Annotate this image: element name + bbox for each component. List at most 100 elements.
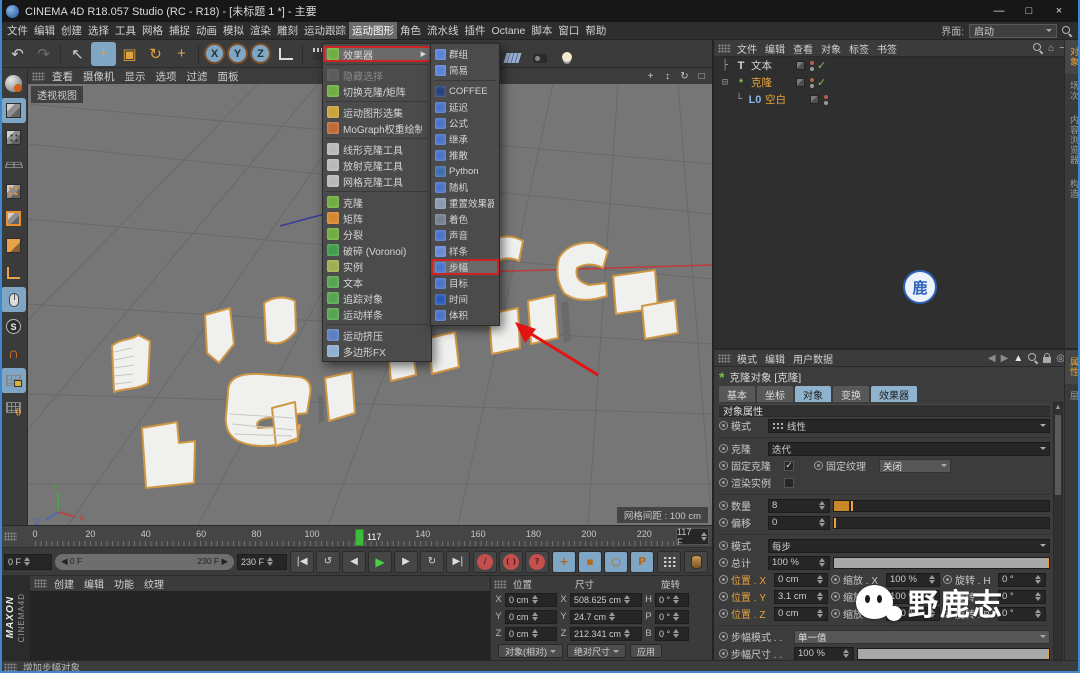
submenu-item[interactable]: 时间 <box>431 291 499 307</box>
clone-dropdown[interactable]: 迭代 <box>768 441 1050 456</box>
menubar-item[interactable]: 渲染 <box>247 22 274 39</box>
menu-item[interactable]: 运动样条 <box>323 306 431 322</box>
record-track-button[interactable]: + <box>552 550 576 573</box>
visibility-dots[interactable] <box>810 77 814 89</box>
minimize-button[interactable]: — <box>984 1 1014 21</box>
size-field[interactable]: 24.7 cm <box>570 609 642 624</box>
history-forward-icon[interactable]: ▶ <box>1001 353 1009 364</box>
transport-button[interactable]: ▶ <box>394 550 418 573</box>
keyframe-circle[interactable] <box>719 541 728 550</box>
keyframe-circle[interactable] <box>719 461 728 470</box>
viewport-nav-icon[interactable]: ↕ <box>661 71 674 82</box>
polygons-mode-button[interactable] <box>1 233 26 258</box>
submenu-item[interactable]: 样条 <box>431 243 499 259</box>
submenu-item[interactable]: 继承 <box>431 131 499 147</box>
object-manager-menu-item[interactable]: 文件 <box>733 41 761 56</box>
submenu-item[interactable]: 推散 <box>431 147 499 163</box>
keyframe-circle[interactable] <box>831 609 840 618</box>
layer-icon[interactable] <box>810 95 819 104</box>
home-icon[interactable]: ⌂ <box>1048 43 1054 54</box>
workplane-mode-button[interactable]: () <box>1 395 26 420</box>
attribute-tab[interactable]: 变换 <box>833 386 869 402</box>
points-mode-button[interactable] <box>1 179 26 204</box>
keyframe-circle[interactable] <box>719 421 728 430</box>
position-z-field[interactable]: 0 cm <box>774 606 828 621</box>
viewport-menu-item[interactable]: 面板 <box>213 69 244 84</box>
record-button[interactable]: ( ) <box>499 550 523 573</box>
submenu-item[interactable]: 目标 <box>431 275 499 291</box>
menubar-item[interactable]: 模拟 <box>220 22 247 39</box>
object-name[interactable]: 空白 <box>765 92 801 107</box>
viewport-nav-icon[interactable]: + <box>644 71 657 82</box>
panel-tab[interactable]: 层 <box>1065 384 1080 408</box>
layer-icon[interactable] <box>796 61 805 70</box>
object-manager-menu-item[interactable]: 标签 <box>845 41 873 56</box>
menu-item[interactable]: 隐藏选择 <box>323 67 431 83</box>
menu-item[interactable]: 破碎 (Voronoi) <box>323 242 431 258</box>
spinner-arrows[interactable] <box>623 628 631 640</box>
lock-icon[interactable] <box>1043 353 1052 363</box>
spinner-arrows[interactable] <box>818 517 826 529</box>
menubar-item[interactable]: 插件 <box>462 22 489 39</box>
menu-item[interactable]: 克隆 <box>323 194 431 210</box>
keyframe-circle[interactable] <box>831 575 840 584</box>
scale-tool-button[interactable]: ▣ <box>117 42 142 66</box>
panel-tab[interactable]: 内容浏览器 <box>1065 108 1080 172</box>
material-menu-item[interactable]: 创建 <box>49 576 79 591</box>
menu-item[interactable]: 矩阵 <box>323 210 431 226</box>
spinner-arrows[interactable] <box>672 594 680 606</box>
spinner-arrows[interactable] <box>700 531 708 543</box>
search-icon[interactable] <box>1028 353 1038 363</box>
offset-field[interactable]: 0 <box>768 515 830 530</box>
offset-slider[interactable] <box>833 516 1050 529</box>
axis-lock-button[interactable]: X <box>204 43 225 64</box>
menubar-item[interactable]: 网格 <box>139 22 166 39</box>
step-mode-dropdown[interactable]: 每步 <box>768 538 1050 553</box>
material-menu-item[interactable]: 功能 <box>109 576 139 591</box>
keyframe-circle[interactable] <box>719 575 728 584</box>
spinner-arrows[interactable] <box>531 594 539 606</box>
submenu-item[interactable]: 着色 <box>431 211 499 227</box>
history-back-icon[interactable]: ◀ <box>988 353 996 364</box>
spinner-arrows[interactable] <box>1034 574 1042 586</box>
menubar-item[interactable]: 选择 <box>85 22 112 39</box>
menu-item[interactable]: 切换克隆/矩阵 <box>323 83 431 99</box>
total-field[interactable]: 100 % <box>768 555 830 570</box>
close-button[interactable]: × <box>1044 1 1074 21</box>
drag-grip-icon[interactable] <box>718 43 731 53</box>
edges-mode-button[interactable] <box>1 206 26 231</box>
fix-texture-dropdown[interactable]: 关闭 <box>879 458 951 473</box>
rotation-field[interactable]: 0 ° <box>655 626 689 641</box>
submenu-item[interactable]: COFFEE <box>431 83 499 99</box>
spinner-arrows[interactable] <box>816 608 824 620</box>
object-row[interactable]: └ L0 空白 <box>714 91 1064 108</box>
menubar-item[interactable]: 帮助 <box>582 22 609 39</box>
object-name[interactable]: 克隆 <box>751 75 787 90</box>
coordinates-button[interactable]: 应用 <box>630 644 663 658</box>
record-track-button[interactable]: P <box>630 550 654 573</box>
fix-clone-checkbox[interactable]: ✓ <box>784 460 794 471</box>
record-track-button[interactable]: ▪ <box>578 550 602 573</box>
attribute-tab[interactable]: 基本 <box>719 386 755 402</box>
magnet-icon[interactable]: ∩ <box>1 341 26 366</box>
submenu-item[interactable]: 重置效果器 <box>431 195 499 211</box>
menubar-item[interactable]: 窗口 <box>555 22 582 39</box>
search-icon[interactable] <box>1062 25 1072 36</box>
count-slider[interactable] <box>833 499 1050 512</box>
object-row[interactable]: ⊟ * 克隆 ✓ <box>714 74 1064 91</box>
spinner-arrows[interactable] <box>531 628 539 640</box>
tree-expander[interactable]: └ <box>733 94 745 105</box>
floor-button[interactable] <box>500 42 525 66</box>
keyframe-circle[interactable] <box>719 649 728 658</box>
texture-mode-button[interactable] <box>1 125 26 150</box>
position-field[interactable]: 0 cm <box>505 626 557 641</box>
keyframe-circle[interactable] <box>719 478 728 487</box>
timeline-range-slider[interactable]: ◀ 0 F 230 F ▶ <box>55 553 234 570</box>
snap-toggle-button[interactable]: S <box>1 314 26 339</box>
axis-lock-button[interactable]: Z <box>250 43 271 64</box>
camera-button[interactable] <box>527 42 552 66</box>
move-tool-button[interactable]: + <box>91 41 116 66</box>
drag-grip-icon[interactable] <box>718 353 731 363</box>
spinner-arrows[interactable] <box>816 591 824 603</box>
menu-item[interactable]: 效果器 ▶ <box>323 46 431 62</box>
